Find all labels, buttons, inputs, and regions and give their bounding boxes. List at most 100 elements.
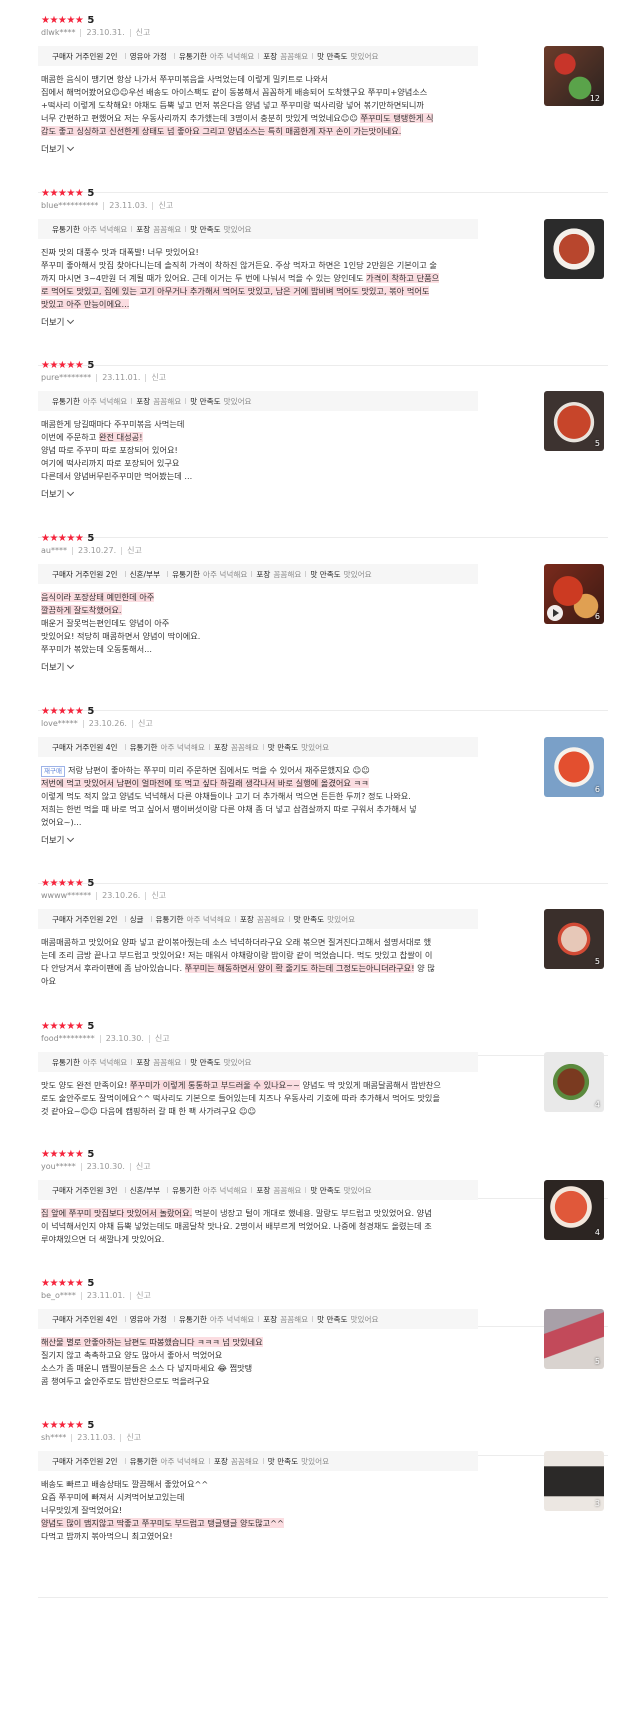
repurchase-badge: 재구매: [41, 766, 65, 777]
report-link[interactable]: 신고: [136, 1161, 151, 1172]
option-divider: [173, 1316, 175, 1322]
review-photo-thumbnail[interactable]: 3: [544, 1451, 604, 1511]
text-segment: 까지 마시면 3~4만원 더 계될 때가 있어요. 근데 이거는 두 번에 나눠…: [41, 273, 367, 283]
text-segment: 양 많: [414, 963, 435, 973]
photo-count: 5: [594, 957, 600, 966]
rating-row: ★★★★★ 5: [41, 876, 94, 890]
rating-score: 5: [87, 532, 95, 544]
rating-row: ★★★★★ 5: [41, 1276, 94, 1290]
review-photo-thumbnail[interactable]: 5: [544, 391, 604, 451]
report-link[interactable]: 신고: [158, 200, 173, 211]
review-photo-thumbnail[interactable]: 4: [544, 1180, 604, 1240]
review-photo-thumbnail[interactable]: 5: [544, 1309, 604, 1369]
review-photo-thumbnail[interactable]: 6: [544, 737, 604, 797]
option-key: 포장: [263, 1314, 278, 1324]
highlighted-text: 감도 좋고 싱싱하고 신선한게 상태도 넘 좋아요 그리고 양념소스는 특히 매…: [41, 126, 402, 136]
text-segment: 이번에 주문하고: [41, 432, 99, 442]
reviewer-id: pure********: [41, 373, 92, 382]
review-meta: dlwk**** 23.10.31. 신고: [41, 27, 150, 38]
review-line: 너무 간편하고 편했어요 저는 우동사리까지 추가했는데 3명이서 충분히 맛있…: [41, 112, 481, 125]
option-value: 맛있어요: [343, 569, 372, 579]
text-segment: 로도 술안주로도 잘먹이에요^^ 떡사리도 기본으로 들어있는데 치즈나 우동사…: [41, 1093, 440, 1103]
review-meta: be_o**** 23.11.01. 신고: [41, 1290, 151, 1301]
review-line: 것 같아요~☺☺ 다음에 캠핑하러 갈 때 한 팩 사가려구요 ☺☺: [41, 1105, 481, 1118]
rating-score: 5: [87, 1020, 95, 1032]
review-photo-thumbnail[interactable]: [544, 219, 604, 279]
photo-count: 4: [594, 1100, 600, 1109]
review-line: 아요: [41, 975, 481, 988]
reviewer-id: sh****: [41, 1433, 67, 1442]
purchase-options: 구매자 거주인원 4인 유통기한 아주 넉넉해요 포장 꼼꼼해요 맛 만족도 맛있어요: [38, 737, 478, 757]
review-line: 요즘 쭈꾸미에 빠져서 시켜먹어보고있는데: [41, 1491, 481, 1504]
more-label: 더보기: [41, 663, 65, 673]
review-photo-thumbnail[interactable]: 4: [544, 1052, 604, 1112]
review-photo-thumbnail[interactable]: 6: [544, 564, 604, 624]
option-value: 꼼꼼해요: [273, 1185, 302, 1195]
rating-row: ★★★★★ 5: [41, 704, 94, 718]
report-link[interactable]: 신고: [136, 27, 151, 38]
more-label: 더보기: [41, 145, 65, 155]
report-link[interactable]: 신고: [151, 372, 166, 383]
highlighted-text: 깔끔하게 잘도착했어요.: [41, 605, 122, 615]
option-key: 유통기한: [52, 396, 80, 406]
rating-row: ★★★★★ 5: [41, 13, 94, 27]
review-photo-thumbnail[interactable]: 12: [544, 46, 604, 106]
review-line: 맛있어요! 적당히 매콤하면서 양념이 딱이에요.: [41, 630, 481, 643]
option-key: 유통기한: [155, 914, 184, 924]
divider: [71, 546, 73, 555]
report-link[interactable]: 신고: [151, 890, 166, 901]
divider: [129, 28, 131, 37]
report-link[interactable]: 신고: [155, 1033, 170, 1044]
reviewer-id: au****: [41, 546, 67, 555]
review-line: 너무맛있게 잘먹었어요!: [41, 1504, 481, 1517]
reviewer-id: be_o****: [41, 1291, 76, 1300]
option-key: 구매자 거주인원 2인: [52, 51, 118, 61]
review-line: 는데 조리 금방 끝나고 부드럽고 맛있어요! 저는 매워서 야채랑이랑 밥이랑…: [41, 949, 481, 962]
more-button[interactable]: 더보기: [41, 316, 75, 328]
rating-score: 5: [87, 187, 95, 199]
text-segment: 다 안당겨서 후라이팬에 좀 남아있습니다.: [41, 963, 185, 973]
purchase-options: 구매자 거주인원 2인 유통기한 아주 넉넉해요 포장 꼼꼼해요 맛 만족도 맛있어요: [38, 1451, 478, 1471]
review-card: ★★★★★ 5 pure******** 23.11.01. 신고 유통기한 아주 넉넉해요…: [38, 358, 608, 538]
review-card: ★★★★★ 5 dlwk**** 23.10.31. 신고 구매자 거주인원 2인 영유아 …: [38, 13, 608, 193]
option-value: 맛있어요: [223, 224, 252, 234]
more-button[interactable]: 더보기: [41, 834, 75, 846]
report-link[interactable]: 신고: [127, 545, 142, 556]
star-rating-icon: ★★★★★: [41, 187, 84, 199]
play-icon[interactable]: [547, 605, 563, 621]
review-meta: wwww****** 23.10.26. 신고: [41, 890, 166, 901]
text-segment: 매콤한 음식이 땡기면 항상 나가서 쭈꾸미볶음을 사먹었는데 이렇게 밀키트로…: [41, 74, 329, 84]
review-photo-thumbnail[interactable]: 5: [544, 909, 604, 969]
option-divider: [251, 1187, 253, 1193]
rating-score: 5: [87, 1148, 95, 1160]
more-button[interactable]: 더보기: [41, 488, 75, 500]
review-meta: au**** 23.10.27. 신고: [41, 545, 142, 556]
review-line: 다른데서 양념버무린주꾸미만 먹어봤는데 ...: [41, 470, 481, 483]
review-line: 쭈꾸미 좋아해서 맛집 찾아다니는데 솔직히 가격이 착하진 않거든요. 주상 …: [41, 259, 481, 272]
report-link[interactable]: 신고: [126, 1432, 141, 1443]
report-link[interactable]: 신고: [138, 718, 153, 729]
option-key: 싱글: [129, 914, 144, 924]
more-button[interactable]: 더보기: [41, 661, 75, 673]
option-key: 포장: [136, 396, 151, 406]
report-link[interactable]: 신고: [136, 1290, 151, 1301]
more-button[interactable]: 더보기: [41, 143, 75, 155]
rating-score: 5: [87, 705, 95, 717]
option-divider: [288, 916, 290, 922]
review-meta: food********* 23.10.30. 신고: [41, 1033, 170, 1044]
option-divider: [124, 744, 126, 750]
text-segment: 매콤매콤하고 맛있어요 양파 넣고 같이볶아줬는데 소스 넉넉하더라구요 오래 …: [41, 937, 432, 947]
more-label: 더보기: [41, 836, 65, 846]
option-key: 유통기한: [172, 1185, 201, 1195]
option-key: 구매자 거주인원 2인: [52, 1456, 118, 1466]
option-divider: [262, 1458, 264, 1464]
review-card: ★★★★★ 5 love***** 23.10.26. 신고 구매자 거주인원 4인 유통기…: [38, 704, 608, 884]
chevron-down-icon: [67, 316, 75, 325]
option-value: 맛있어요: [350, 1314, 379, 1324]
option-value: 맛있어요: [223, 396, 252, 406]
review-line: 소스가 좀 매운니 맵찔이분들은 소스 다 넣지마세요 😂 쩝맛탱: [41, 1362, 481, 1375]
text-segment: 이 넉넉해서인지 야채 듬뿍 넣었는데도 매콤달착 맛나요. 2명이서 배부르게…: [41, 1221, 432, 1231]
review-line: 매운거 잘못먹는편인데도 양념이 아주: [41, 617, 481, 630]
option-key: 구매자 거주인원 2인: [52, 914, 118, 924]
option-divider: [208, 1458, 210, 1464]
